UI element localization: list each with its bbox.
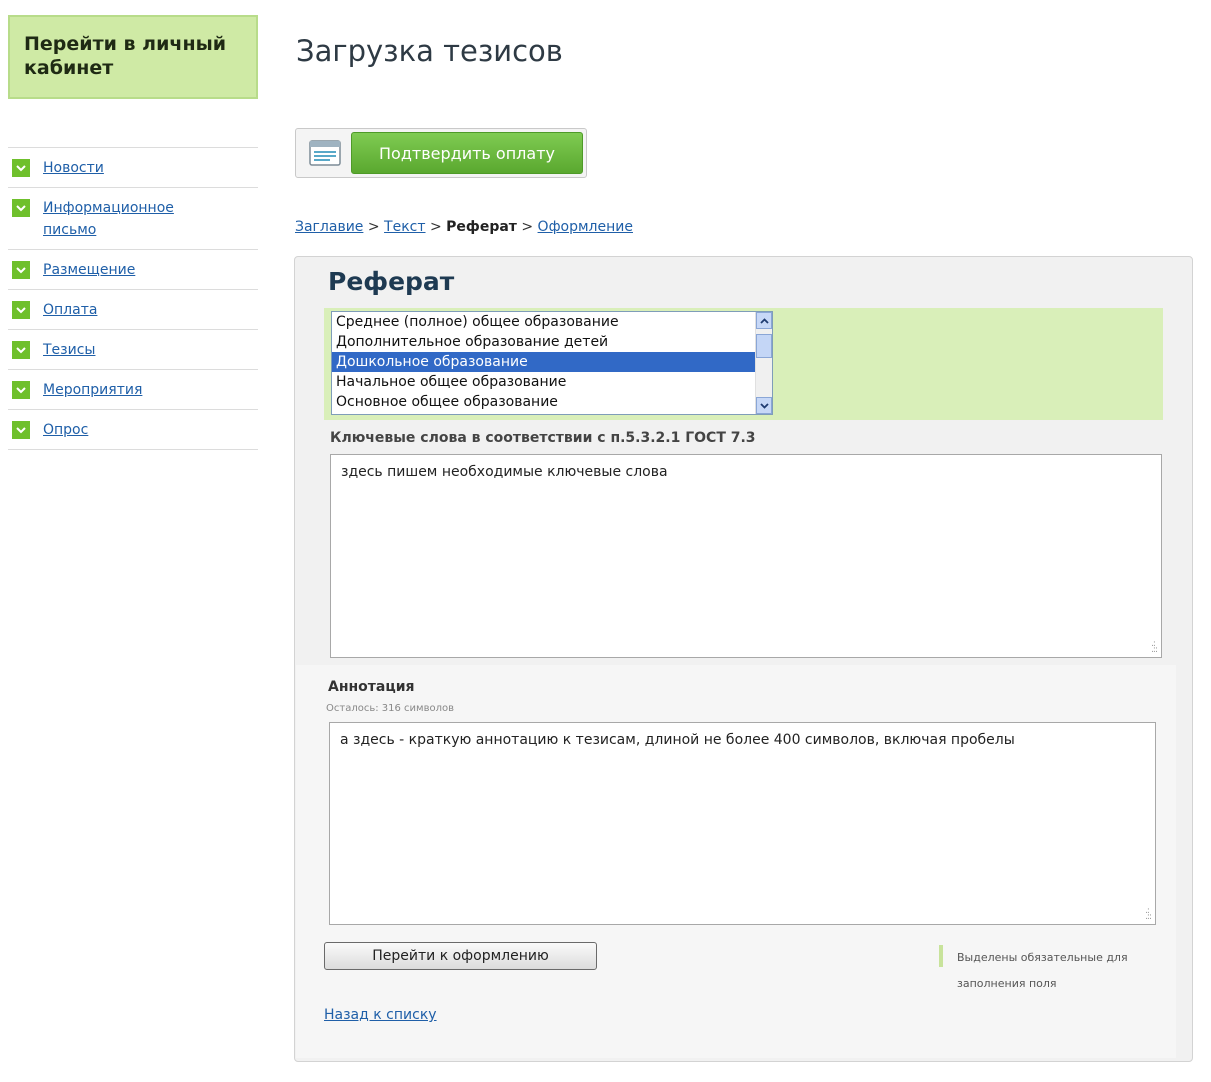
- sidebar-link-info-letter[interactable]: Информационное письмо: [43, 197, 193, 241]
- resize-grip-icon[interactable]: .:.::: [1145, 907, 1152, 922]
- sidebar-item-survey: Опрос: [8, 410, 258, 450]
- chevron-down-icon: [759, 402, 769, 409]
- chevron-down-icon: [12, 341, 30, 359]
- sidebar-link-news[interactable]: Новости: [43, 157, 193, 179]
- required-field-highlight: Среднее (полное) общее образование Допол…: [324, 308, 1163, 420]
- chevron-down-icon: [12, 381, 30, 399]
- annotation-value: а здесь - краткую аннотацию к тезисам, д…: [340, 732, 1015, 748]
- sidebar-link-theses[interactable]: Тезисы: [43, 339, 193, 361]
- page-title: Загрузка тезисов: [296, 34, 563, 68]
- abstract-form-panel: Реферат Среднее (полное) общее образован…: [294, 256, 1193, 1062]
- sidebar-link-payment[interactable]: Оплата: [43, 299, 193, 321]
- form-title: Реферат: [328, 267, 455, 296]
- sidebar-item-news: Новости: [8, 148, 258, 188]
- listbox-option-selected[interactable]: Дошкольное образование: [332, 352, 755, 372]
- sidebar-item-payment: Оплата: [8, 290, 258, 330]
- keywords-textarea[interactable]: здесь пишем необходимые ключевые слова .…: [330, 454, 1162, 658]
- breadcrumb-design-link[interactable]: Оформление: [538, 219, 633, 235]
- breadcrumb-separator: >: [429, 219, 442, 235]
- breadcrumb: Заглавие > Текст > Реферат > Оформление: [295, 219, 633, 235]
- scroll-down-arrow[interactable]: [756, 397, 772, 414]
- required-fields-note: Выделены обязательные для заполнения пол…: [957, 951, 1128, 990]
- sidebar-item-placement: Размещение: [8, 250, 258, 290]
- chevron-down-icon: [12, 301, 30, 319]
- confirm-payment-button[interactable]: Подтвердить оплату: [351, 132, 583, 174]
- chevron-down-icon: [12, 261, 30, 279]
- breadcrumb-text-link[interactable]: Текст: [384, 219, 425, 235]
- sidebar-link-placement[interactable]: Размещение: [43, 259, 193, 281]
- listbox-option[interactable]: Среднее (полное) общее образование: [332, 312, 755, 332]
- receipt-icon: [299, 132, 351, 174]
- listbox-option[interactable]: Дополнительное образование детей: [332, 332, 755, 352]
- sidebar-nav: Новости Информационное письмо Размещение…: [8, 147, 258, 450]
- account-link[interactable]: Перейти в личный кабинет: [8, 15, 258, 99]
- scroll-thumb[interactable]: [756, 334, 772, 358]
- annotation-textarea[interactable]: а здесь - краткую аннотацию к тезисам, д…: [329, 722, 1156, 925]
- listbox-option[interactable]: Начальное общее образование: [332, 372, 755, 392]
- sidebar-item-info-letter: Информационное письмо: [8, 188, 258, 250]
- annotation-label: Аннотация: [328, 679, 415, 695]
- chevron-down-icon: [12, 159, 30, 177]
- chevron-up-icon: [759, 317, 769, 324]
- go-to-design-button[interactable]: Перейти к оформлению: [324, 942, 597, 970]
- breadcrumb-separator: >: [367, 219, 380, 235]
- listbox-scrollbar[interactable]: [755, 312, 772, 414]
- breadcrumb-title-link[interactable]: Заглавие: [295, 219, 363, 235]
- sidebar-item-theses: Тезисы: [8, 330, 258, 370]
- chevron-down-icon: [12, 199, 30, 217]
- sidebar-link-survey[interactable]: Опрос: [43, 419, 193, 441]
- breadcrumb-separator: >: [521, 219, 534, 235]
- breadcrumb-current: Реферат: [446, 219, 517, 235]
- keywords-label: Ключевые слова в соответствии с п.5.3.2.…: [330, 430, 756, 446]
- education-level-listbox[interactable]: Среднее (полное) общее образование Допол…: [331, 311, 773, 415]
- payment-confirm-block: Подтвердить оплату: [295, 128, 587, 178]
- chevron-down-icon: [12, 421, 30, 439]
- listbox-option[interactable]: Основное общее образование: [332, 392, 755, 412]
- annotation-char-counter: Осталось: 316 символов: [326, 703, 454, 714]
- sidebar-item-events: Мероприятия: [8, 370, 258, 410]
- resize-grip-icon[interactable]: .:.::: [1151, 640, 1158, 655]
- keywords-value: здесь пишем необходимые ключевые слова: [341, 464, 668, 480]
- back-to-list-link[interactable]: Назад к списку: [324, 1007, 437, 1023]
- sidebar-link-events[interactable]: Мероприятия: [43, 379, 193, 401]
- scroll-up-arrow[interactable]: [756, 312, 772, 329]
